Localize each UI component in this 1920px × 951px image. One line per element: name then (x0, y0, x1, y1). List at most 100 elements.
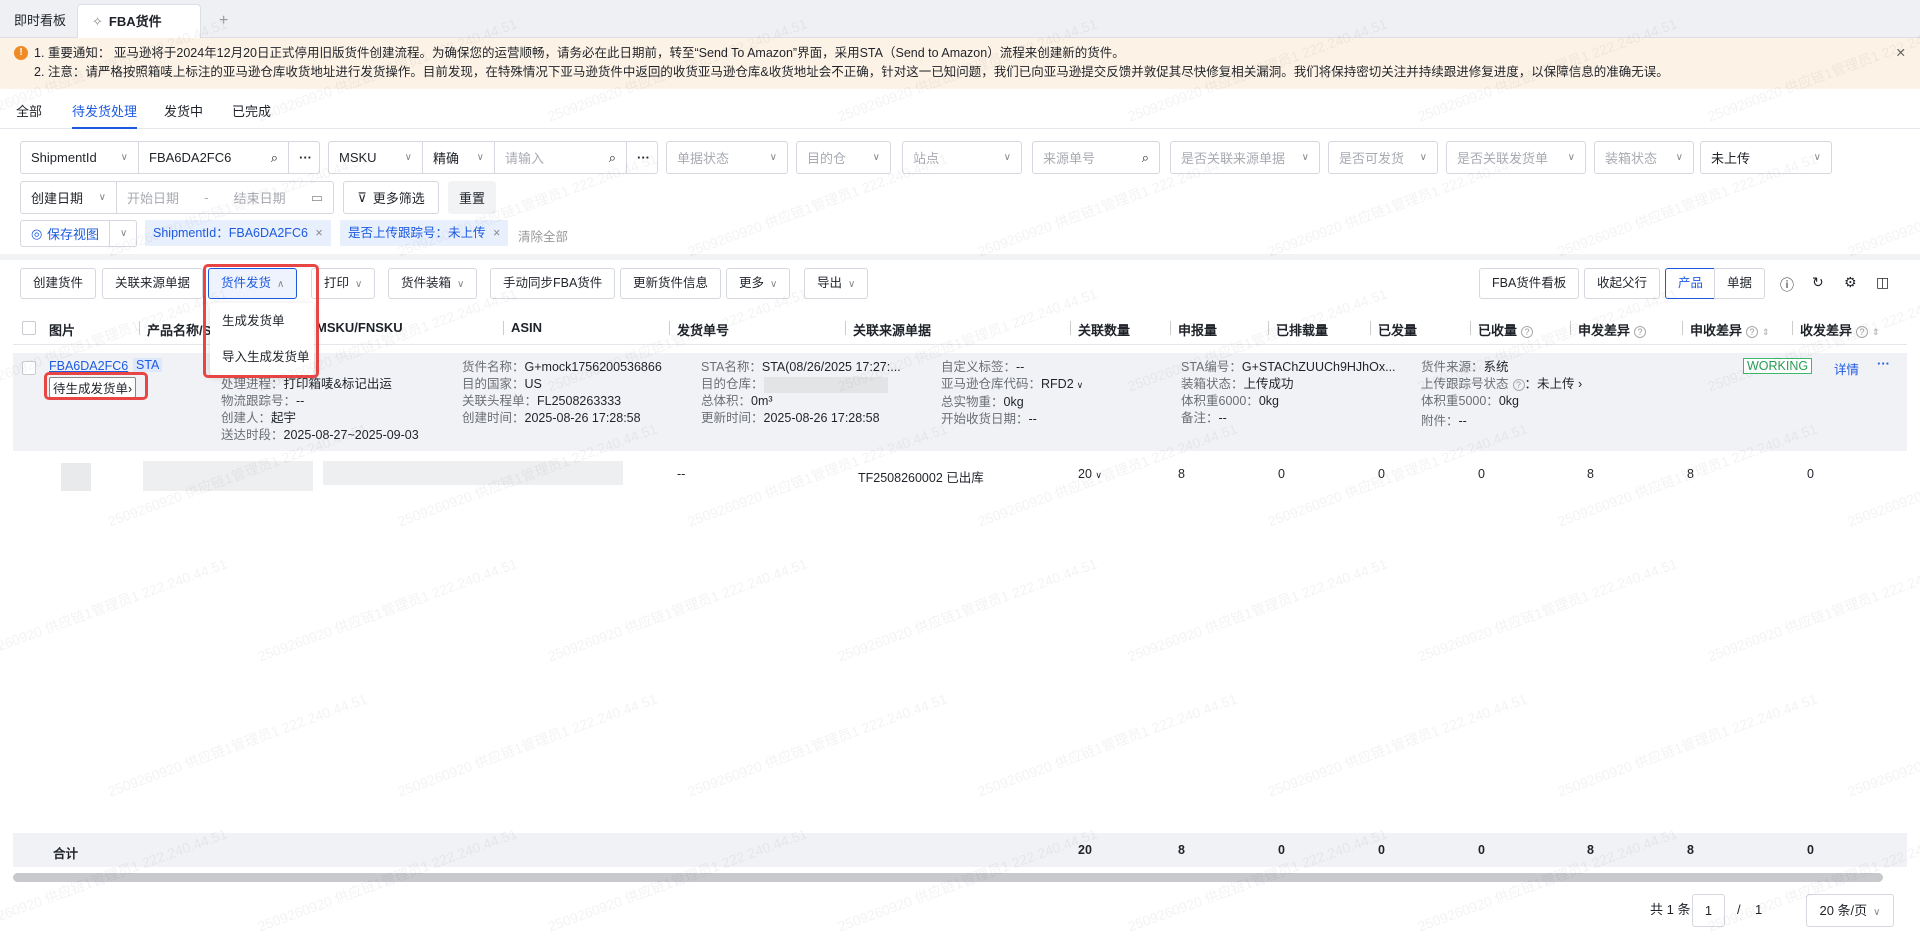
tab-fba-shipments[interactable]: ✧ FBA货件 (77, 4, 201, 38)
search-icon[interactable]: ⌕ (1142, 150, 1149, 166)
msku-type-select[interactable]: MSKU ∨ (329, 142, 423, 173)
msku-filter: MSKU ∨ 精确 ∨ 请输入 ⌕ ··· (328, 141, 658, 174)
fba-board-button[interactable]: FBA货件看板 (1479, 268, 1580, 299)
shipment-id-link[interactable]: FBA6DA2FC6 (49, 359, 128, 373)
save-view-button[interactable]: ◎ 保存视图 ∨ (20, 220, 137, 247)
select-all-checkbox[interactable] (22, 321, 36, 335)
site-select[interactable]: 站点 ∨ (902, 141, 1022, 174)
columns-icon[interactable]: ◫ (1876, 274, 1889, 291)
chevron-down-icon: ∨ (1567, 152, 1575, 163)
received-qty: 0 (1478, 467, 1485, 481)
source-no-input[interactable]: 来源单号 ⌕ (1032, 141, 1160, 174)
ship-dropdown-button[interactable]: 货件发货 ∧ (208, 268, 298, 299)
more-options-icon[interactable]: ··· (627, 142, 657, 173)
sort-icon[interactable]: ⇕ (1872, 327, 1880, 337)
pending-ship-doc-button[interactable]: 待生成发货单› (49, 377, 137, 398)
clear-all-link[interactable]: 清除全部 (518, 226, 568, 245)
collapse-parent-button[interactable]: 收起父行 (1584, 268, 1661, 299)
sync-fba-button[interactable]: 手动同步FBA货件 (490, 268, 616, 299)
view-document-toggle[interactable]: 单据 (1714, 268, 1766, 299)
export-dropdown-button[interactable]: 导出 ∨ (804, 268, 869, 299)
more-actions-icon[interactable]: ··· (1877, 356, 1890, 371)
watermark: 2509260920 供应链1管理员1 222.240.44.51 (255, 555, 520, 665)
reset-button[interactable]: 重置 (448, 181, 496, 214)
doc-status-select[interactable]: 单据状态 ∨ (666, 141, 788, 174)
search-icon[interactable]: ⌕ (609, 150, 616, 166)
tracking-upload-select[interactable]: 未上传 ∨ (1700, 141, 1832, 174)
pin-icon[interactable]: ✧ (92, 14, 103, 29)
chevron-down-icon[interactable]: ∨ (1095, 470, 1102, 480)
divider (0, 254, 1920, 260)
chevron-down-icon: ∨ (1301, 152, 1309, 163)
chevron-right-icon[interactable]: › (1578, 377, 1582, 391)
pack-dropdown-button[interactable]: 货件装箱 ∨ (388, 268, 478, 299)
watermark: 2509260920 供应链1管理员1 222.240.44.51 (105, 690, 370, 800)
watermark: 2509260920 供应链1管理员1 222.240.44.51 (0, 555, 230, 665)
watermark: 2509260920 供应链1管理员1 222.240.44.51 (835, 555, 1100, 665)
subtab-all[interactable]: 全部 (16, 101, 42, 120)
horizontal-scrollbar[interactable] (13, 873, 1883, 882)
row-checkbox[interactable] (22, 361, 36, 375)
column-header: 发货单号 (668, 320, 729, 339)
linked-source-select[interactable]: 是否关联来源单据 ∨ (1170, 141, 1320, 174)
calendar-icon[interactable]: ▭ (311, 190, 323, 206)
page-input[interactable]: 1 (1692, 894, 1725, 927)
help-icon[interactable]: ? (1746, 326, 1759, 338)
close-icon[interactable]: ✕ (1896, 44, 1906, 63)
link-source-button[interactable]: 关联来源单据 (102, 268, 204, 299)
refresh-icon[interactable]: ↻ (1812, 274, 1824, 291)
watermark: 2509260920 供应链1管理员1 222.240.44.51 (1125, 555, 1390, 665)
pack-status-select[interactable]: 装箱状态 ∨ (1594, 141, 1694, 174)
chevron-down-icon[interactable]: ∨ (1077, 380, 1084, 390)
chevron-down-icon: ∨ (1873, 907, 1881, 918)
subtab-shipping[interactable]: 发货中 (164, 101, 203, 120)
help-icon[interactable]: ? (1521, 326, 1534, 338)
sort-icon[interactable]: ⇕ (1762, 327, 1770, 337)
linked-ship-select[interactable]: 是否关联发货单 ∨ (1446, 141, 1586, 174)
view-product-toggle[interactable]: 产品 (1665, 268, 1717, 299)
subtab-pending[interactable]: 待发货处理 (72, 101, 138, 129)
column-header: 申收差异? ⇕ (1682, 320, 1770, 339)
watermark: 2509260920 供应链1管理员1 222.240.44.51 (395, 690, 660, 800)
settings-icon[interactable]: ⚙ (1844, 274, 1857, 291)
chevron-down-icon[interactable]: ∨ (110, 221, 136, 246)
chevron-down-icon: ∨ (404, 152, 412, 163)
linked-qty[interactable]: 20 ∨ (1078, 467, 1102, 481)
column-header: 关联数量 (1069, 320, 1130, 339)
match-mode-select[interactable]: 精确 ∨ (423, 142, 495, 173)
watermark: 2509260920 供应链1管理员1 222.240.44.51 (1555, 690, 1820, 800)
filter-icon: ⊽ (357, 189, 367, 205)
status-tabs: 全部 待发货处理 发货中 已完成 (0, 89, 1920, 129)
create-shipment-button[interactable]: 创建货件 (20, 268, 97, 299)
update-shipment-button[interactable]: 更新货件信息 (620, 268, 722, 299)
more-dropdown-button[interactable]: 更多 ∨ (726, 268, 791, 299)
search-icon[interactable]: ⌕ (271, 150, 278, 166)
chevron-down-icon: ∨ (770, 279, 778, 290)
subtab-completed[interactable]: 已完成 (232, 101, 271, 120)
detail-link[interactable]: 详情 (1834, 359, 1859, 378)
chevron-up-icon: ∧ (277, 279, 285, 290)
date-type-select[interactable]: 创建日期 ∨ (21, 182, 117, 213)
close-icon[interactable]: × (315, 226, 322, 240)
tab-dashboard[interactable]: 即时看板 (0, 4, 80, 38)
help-icon[interactable]: ? (1512, 379, 1525, 391)
menu-item-import-ship-doc[interactable]: 导入生成发货单 (210, 339, 314, 375)
info-column-3: STA名称：STA(08/26/2025 17:27:... 目的仓库： 总体积… (701, 360, 901, 425)
date-range-input[interactable]: 开始日期 - 结束日期 ▭ (117, 182, 333, 213)
column-header: 已收量? (1469, 320, 1534, 339)
help-icon[interactable]: ⓘ (1780, 275, 1794, 295)
help-icon[interactable]: ? (1856, 326, 1869, 338)
page-size-select[interactable]: 20 条/页 ∨ (1806, 894, 1894, 927)
can-ship-select[interactable]: 是否可发货 ∨ (1328, 141, 1438, 174)
more-filters-button[interactable]: ⊽ 更多筛选 (343, 181, 439, 214)
close-icon[interactable]: × (493, 226, 500, 240)
add-tab-button[interactable]: + (205, 4, 242, 38)
destination-select[interactable]: 目的仓 ∨ (796, 141, 891, 174)
more-options-icon[interactable]: ··· (289, 142, 319, 173)
msku-input[interactable]: 请输入 ⌕ (495, 142, 627, 173)
menu-item-generate-ship-doc[interactable]: 生成发货单 (210, 303, 314, 339)
shipment-id-input[interactable]: FBA6DA2FC6 ⌕ (139, 142, 289, 173)
help-icon[interactable]: ? (1634, 326, 1647, 338)
id-type-select[interactable]: ShipmentId ∨ (21, 142, 139, 173)
print-dropdown-button[interactable]: 打印 ∨ (311, 268, 376, 299)
